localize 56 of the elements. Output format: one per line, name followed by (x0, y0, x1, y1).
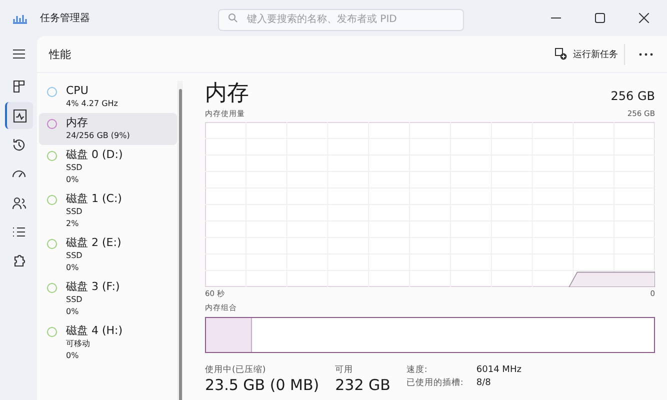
detail-title: 内存 (205, 81, 249, 107)
resource-detail: SSD (66, 294, 84, 306)
resource-detail: 可移动 (66, 338, 91, 350)
stat-value: 23.5 GB (0 MB) (205, 376, 320, 394)
property-label: 速度: (406, 365, 428, 376)
page-title: 性能 (49, 46, 71, 62)
property-value: 6014 MHz (476, 365, 522, 376)
resource-detail: 0% (66, 306, 80, 318)
nav-button[interactable] (4, 102, 32, 129)
resource-detail: 0% (66, 262, 80, 274)
resource-item[interactable]: 磁盘 1 (C:) SSD 2% (39, 189, 177, 233)
resource-detail: SSD (66, 250, 84, 262)
resource-name: 磁盘 0 (D:) (66, 148, 123, 162)
grid-icon (12, 80, 26, 94)
close-icon[interactable] (639, 13, 649, 23)
list-icon (12, 224, 26, 238)
history-icon (12, 138, 26, 152)
puzzle-icon (12, 254, 26, 268)
scrollbar-thumb[interactable] (178, 89, 182, 400)
resource-name: 磁盘 2 (E:) (66, 236, 122, 250)
resource-detail: 24/256 GB (9%) (66, 130, 130, 142)
resource-item[interactable]: 磁盘 4 (H:) 可移动 0% (39, 321, 177, 365)
app-icon (12, 12, 28, 24)
maximize-icon[interactable] (595, 13, 605, 23)
resource-item[interactable]: 内存 24/256 GB (9%) (39, 113, 177, 145)
resource-name: 磁盘 4 (H:) (66, 324, 123, 338)
pulse-chart-icon (12, 108, 26, 122)
users-icon (12, 196, 26, 210)
stat-label: 可用 (335, 365, 354, 376)
resource-detail: 0% (66, 350, 80, 362)
resource-detail: 2% (66, 218, 80, 230)
resource-detail: SSD (66, 206, 84, 218)
resource-name: 磁盘 3 (F:) (66, 280, 120, 294)
resource-item[interactable]: 磁盘 0 (D:) SSD 0% (39, 145, 177, 189)
more-options-icon[interactable] (639, 52, 653, 56)
resource-name: CPU (66, 84, 90, 98)
new-task-icon (555, 48, 567, 60)
property-label: 已使用的插槽: (406, 378, 464, 389)
total-capacity: 256 GB (610, 89, 655, 103)
resource-item[interactable]: CPU 4% 4.27 GHz (39, 81, 177, 113)
run-new-task-button[interactable]: 运行新任务 (549, 44, 625, 64)
resource-name: 磁盘 1 (C:) (66, 192, 122, 206)
menu-icon (12, 46, 26, 60)
resource-detail: 4% 4.27 GHz (66, 98, 118, 110)
search-field[interactable]: 键入要搜索的名称、发布者或 PID (218, 8, 464, 30)
resource-detail: 0% (66, 174, 80, 186)
minimize-icon[interactable] (551, 17, 561, 19)
property-value: 8/8 (476, 378, 492, 389)
stat-label: 使用中(已压缩) (205, 365, 267, 376)
window-title: 任务管理器 (40, 12, 91, 25)
resource-item[interactable]: 磁盘 2 (E:) SSD 0% (39, 233, 177, 277)
resource-detail: SSD (66, 162, 84, 174)
search-icon (228, 13, 238, 23)
resource-item[interactable]: 磁盘 3 (F:) SSD 0% (39, 277, 177, 321)
stat-value: 232 GB (335, 376, 390, 394)
resource-name: 内存 (66, 116, 89, 130)
